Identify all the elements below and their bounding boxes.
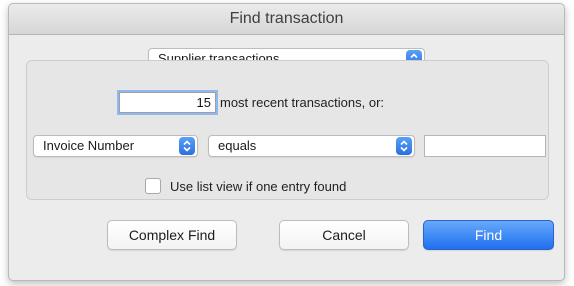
search-value-input[interactable] (424, 135, 546, 157)
list-view-checkbox[interactable] (145, 178, 161, 194)
dialog-title: Find transaction (9, 4, 564, 35)
recent-count-input[interactable]: 15 (119, 92, 216, 113)
find-button[interactable]: Find (423, 220, 554, 250)
operator-popup[interactable]: equals (208, 135, 415, 157)
recent-count-label: most recent transactions, or: (220, 95, 385, 110)
chevron-up-down-icon (396, 137, 412, 155)
field-popup-label: Invoice Number (43, 138, 135, 153)
operator-popup-label: equals (218, 138, 257, 153)
list-view-label: Use list view if one entry found (170, 179, 347, 194)
chevron-up-down-icon (179, 137, 195, 155)
field-popup[interactable]: Invoice Number (33, 135, 198, 157)
find-transaction-dialog: Find transaction Supplier transactions 1… (8, 3, 565, 281)
complex-find-button[interactable]: Complex Find (107, 220, 237, 250)
cancel-button[interactable]: Cancel (279, 220, 409, 250)
